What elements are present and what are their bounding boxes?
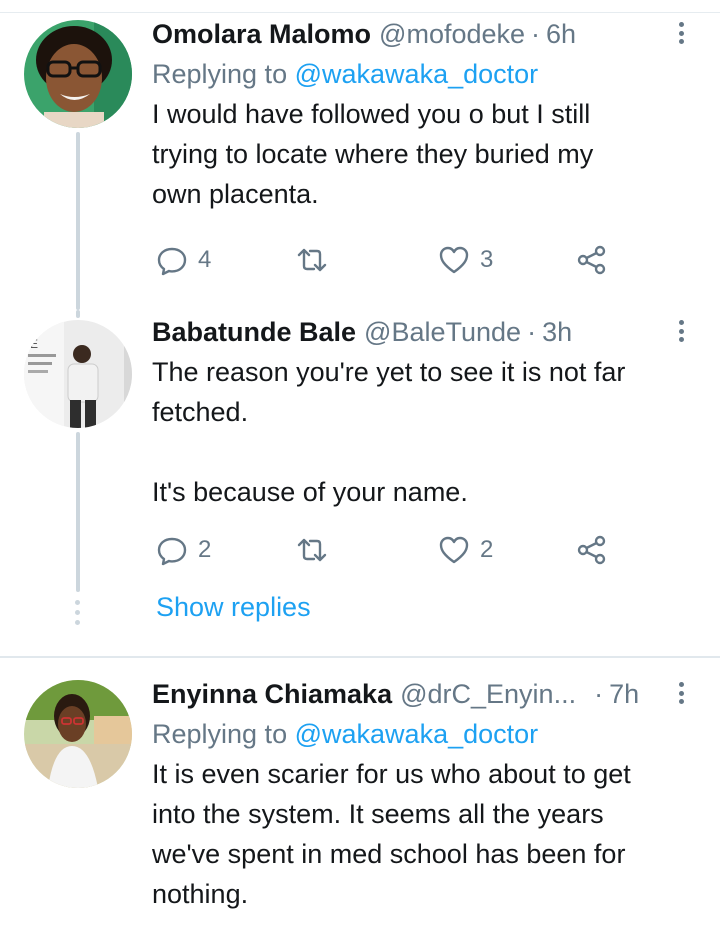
reply-icon <box>157 537 187 566</box>
more-vertical-icon[interactable] <box>666 678 696 708</box>
separator: · <box>594 678 604 709</box>
retweet-button[interactable] <box>296 240 328 280</box>
like-count: 2 <box>480 536 494 563</box>
tweet-text: The reason you're yet to see it is not f… <box>152 352 696 512</box>
separator: · <box>531 18 541 49</box>
separator: · <box>527 316 537 347</box>
tweet-text-line: own placenta. <box>152 179 319 209</box>
display-name[interactable]: Enyinna Chiamaka <box>152 679 392 710</box>
tweet-text-line: It is even scarier for us who about to g… <box>152 759 631 789</box>
retweet-icon <box>297 538 327 562</box>
display-name[interactable]: Omolara Malomo <box>152 19 371 50</box>
avatar[interactable] <box>24 680 132 788</box>
retweet-button[interactable] <box>296 530 328 570</box>
timestamp[interactable]: 3h <box>542 317 572 348</box>
tweet-text-line: nothing. <box>152 879 249 909</box>
share-icon <box>577 245 606 275</box>
tweet-text-line: into the system. It seems all the years <box>152 799 604 829</box>
show-replies-link[interactable]: Show replies <box>156 592 311 623</box>
action-bar: 2 2 <box>152 530 696 570</box>
user-handle[interactable]: @BaleTunde <box>364 317 521 348</box>
reply-button[interactable]: 2 <box>156 530 211 570</box>
action-bar: 4 3 <box>152 240 696 280</box>
tweet-header: Enyinna Chiamaka @drC_Enyin... · 7h <box>152 674 696 714</box>
user-handle[interactable]: @mofodeke <box>379 19 525 50</box>
thread-line <box>76 132 80 310</box>
avatar[interactable] <box>24 20 132 128</box>
tweet-text: I would have followed you o but I still … <box>152 94 696 214</box>
replying-to: Replying to @wakawaka_doctor <box>152 714 696 754</box>
tweet-1[interactable]: Omolara Malomo @mofodeke · 6h Replying t… <box>0 14 720 310</box>
replying-to: Replying to @wakawaka_doctor <box>152 54 696 94</box>
heart-icon <box>439 246 469 274</box>
timestamp[interactable]: 6h <box>546 19 576 50</box>
replying-prefix: Replying to <box>152 59 288 89</box>
replying-prefix: Replying to <box>152 719 288 749</box>
avatar[interactable]: E <box>24 320 132 428</box>
reply-button[interactable]: 4 <box>156 240 211 280</box>
share-button[interactable] <box>576 240 608 280</box>
svg-text:E: E <box>30 337 38 351</box>
display-name[interactable]: Babatunde Bale <box>152 317 356 348</box>
tweet-text-line: trying to locate where they buried my <box>152 139 594 169</box>
thread-line <box>76 432 80 592</box>
tweet-divider <box>0 656 720 658</box>
replying-mention[interactable]: @wakawaka_doctor <box>295 59 539 89</box>
share-icon <box>577 535 606 565</box>
tweet-3[interactable]: Enyinna Chiamaka @drC_Enyin... · 7h Repl… <box>0 674 720 928</box>
thread-line <box>76 310 80 318</box>
like-count: 3 <box>480 246 494 273</box>
reply-count: 2 <box>198 536 212 563</box>
retweet-icon <box>297 248 327 272</box>
reply-count: 4 <box>198 246 212 273</box>
tweet-header: Babatunde Bale @BaleTunde · 3h <box>152 312 696 352</box>
replying-mention[interactable]: @wakawaka_doctor <box>295 719 539 749</box>
tweet-header: Omolara Malomo @mofodeke · 6h <box>152 14 696 54</box>
user-handle[interactable]: @drC_Enyin... <box>400 679 576 710</box>
top-divider <box>0 12 720 13</box>
reply-icon <box>157 247 187 276</box>
heart-icon <box>439 536 469 564</box>
tweet-text-line: we've spent in med school has been for <box>152 839 626 869</box>
tweet-text-line: The reason you're yet to see it is not f… <box>152 357 626 387</box>
more-vertical-icon[interactable] <box>666 18 696 48</box>
tweet-2[interactable]: E Babatunde Bale @BaleTunde · 3h The rea… <box>0 310 720 652</box>
share-button[interactable] <box>576 530 608 570</box>
tweet-text-line: fetched. <box>152 397 249 427</box>
tweet-text-line <box>152 432 696 472</box>
tweet-text-line: I would have followed you o but I still <box>152 99 591 129</box>
like-button[interactable]: 2 <box>438 530 493 570</box>
tweet-text: It is even scarier for us who about to g… <box>152 754 696 914</box>
tweet-text-line: It's because of your name. <box>152 477 468 507</box>
more-vertical-icon[interactable] <box>666 316 696 346</box>
like-button[interactable]: 3 <box>438 240 493 280</box>
thread-continuation-dots <box>75 600 81 625</box>
timestamp[interactable]: 7h <box>609 679 639 710</box>
